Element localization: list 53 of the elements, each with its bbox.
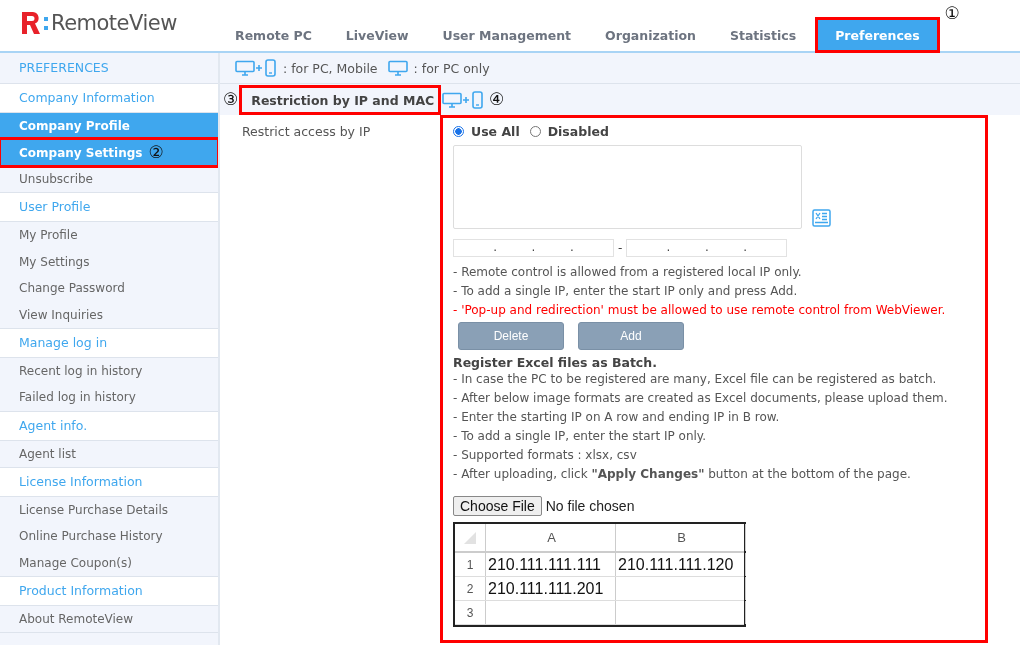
- sidebar-item[interactable]: View Inquiries: [0, 301, 218, 328]
- sidebar-item[interactable]: My Settings: [0, 248, 218, 275]
- column-header: B: [677, 530, 686, 545]
- row-number: 1: [466, 557, 474, 572]
- column-header: A: [547, 530, 556, 545]
- nav-tab[interactable]: Statistics: [712, 19, 814, 51]
- nav-tab[interactable]: Organization: [588, 19, 713, 51]
- callout-number: ②: [148, 144, 164, 162]
- logo-text: RemoteView: [51, 11, 177, 35]
- sheet-cell: 210.111.111.111: [488, 555, 601, 574]
- start-ip-field[interactable]: . . .: [453, 239, 614, 257]
- legend-text: : for PC, Mobile: [283, 60, 378, 76]
- legend-text: : for PC only: [413, 60, 490, 76]
- batch-title: Register Excel files as Batch.: [453, 355, 658, 370]
- note-text: - To add a single IP, enter the start IP only.: [453, 428, 708, 445]
- choose-file-button[interactable]: Choose File: [453, 496, 542, 516]
- radio-option[interactable]: Use All: [453, 124, 520, 139]
- end-ip-field[interactable]: . . .: [626, 239, 788, 257]
- row-number: 2: [466, 581, 474, 596]
- sheet-cell: 210.111.111.201: [488, 579, 604, 598]
- nav-tab[interactable]: LiveView: [328, 19, 426, 51]
- note-text: - In case the PC to be registered are many, Excel file can be registered as batch.: [453, 371, 938, 388]
- callout-number: ③: [223, 91, 239, 108]
- sidebar-item[interactable]: Online Purchase History: [0, 523, 218, 550]
- file-status: No file chosen: [545, 498, 635, 514]
- note-text: - 'Pop-up and redirection' must be allowed to use remote control from WebViewer.: [453, 302, 947, 319]
- callout-number: ④: [489, 91, 505, 108]
- note-text: - Remote control is allowed from a registered local IP only.: [453, 264, 803, 281]
- range-dash: -: [618, 241, 623, 255]
- sidebar-item[interactable]: License Purchase Details: [0, 496, 218, 524]
- note-text: - Supported formats : xlsx, csv: [453, 447, 638, 464]
- sidebar-item[interactable]: My Profile: [0, 222, 218, 249]
- sheet-cell: 210.111.111.120: [618, 555, 734, 574]
- sidebar-item[interactable]: Manage Coupon(s): [0, 549, 218, 577]
- note-text: - After below image formats are created as Excel documents, please upload them.: [453, 390, 949, 407]
- sidebar-item[interactable]: Agent list: [0, 440, 218, 467]
- nav-tab[interactable]: Remote PC: [218, 19, 329, 51]
- note-text: - Enter the starting IP on A row and ending IP in B row.: [453, 409, 781, 426]
- section-title: Restriction by IP and MAC: [241, 86, 440, 113]
- sidebar-item[interactable]: Recent log in history: [0, 357, 218, 385]
- sidebar-item[interactable]: Company Settings ②: [0, 139, 218, 166]
- sidebar-item[interactable]: Failed log in history: [0, 384, 218, 411]
- note-text: - After uploading, click "Apply Changes" button at the bottom of the page.: [453, 466, 912, 483]
- setting-label: Restrict access by IP: [241, 123, 372, 141]
- radio-option[interactable]: Disabled: [529, 124, 609, 139]
- callout-number: ①: [944, 5, 960, 22]
- note-text: - To add a single IP, enter the start IP only and press Add.: [453, 283, 799, 300]
- sidebar-item[interactable]: Unsubscribe: [0, 165, 218, 193]
- nav-tab[interactable]: User Management: [425, 19, 589, 51]
- sidebar-item[interactable]: Change Password: [0, 274, 218, 302]
- sidebar-item[interactable]: About RemoteView: [0, 606, 218, 633]
- sidebar-group-header[interactable]: Agent info.: [0, 411, 218, 441]
- row-number: 3: [466, 605, 474, 620]
